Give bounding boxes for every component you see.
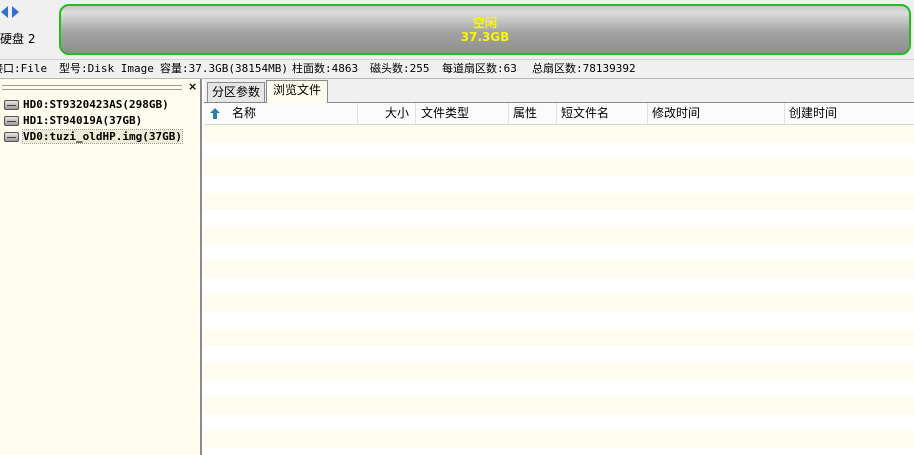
tree-item-hd0[interactable]: HD0:ST9320423AS(298GB) [4, 97, 169, 112]
close-icon[interactable]: × [188, 81, 197, 92]
tab-browse-files[interactable]: 浏览文件 [266, 80, 328, 103]
tree-item-hd1[interactable]: HD1:ST94019A(37GB) [4, 113, 142, 128]
info-interface: 接口:File [0, 62, 48, 75]
column-modified-time[interactable]: 修改时间 [648, 103, 785, 124]
disk-info-line: 接口:File 型号:Disk Image 容量:37.3GB(38154MB)… [0, 59, 914, 79]
file-list[interactable] [204, 125, 914, 455]
partition-bar-size: 37.3GB [460, 30, 510, 44]
tab-strip: 分区参数 浏览文件 [204, 79, 914, 103]
tree-item-label: HD0:ST9320423AS(298GB) [23, 98, 169, 111]
partition-bar-title: 空闲 [472, 16, 497, 30]
hard-disk-icon [4, 100, 19, 110]
nav-arrows [0, 6, 22, 20]
tree-item-vd0[interactable]: VD0:tuzi_oldHP.img(37GB) [4, 129, 183, 144]
info-capacity: 容量:37.3GB(38154MB) [160, 62, 288, 75]
column-short-name[interactable]: 短文件名 [557, 103, 648, 124]
partition-bar-free[interactable]: 空闲 37.3GB [59, 4, 911, 55]
column-file-type[interactable]: 文件类型 [417, 103, 509, 124]
disk-label: 硬盘 2 [0, 32, 36, 46]
disk-tree-panel: × HD0:ST9320423AS(298GB) HD1:ST94019A(37… [0, 79, 202, 455]
column-size[interactable]: 大小 [358, 103, 416, 124]
column-header-row: 名称 大小 文件类型 属性 短文件名 修改时间 创建时间 [204, 103, 914, 125]
info-model: 型号:Disk Image [59, 62, 154, 75]
tree-item-label: VD0:tuzi_oldHP.img(37GB) [22, 129, 183, 144]
up-arrow-icon[interactable] [210, 108, 220, 119]
info-total-sectors: 总扇区数:78139392 [532, 62, 636, 75]
column-created-time[interactable]: 创建时间 [785, 103, 914, 124]
panel-grip[interactable] [2, 85, 182, 90]
hard-disk-icon [4, 132, 19, 142]
column-attributes[interactable]: 属性 [509, 103, 557, 124]
arrow-left-icon[interactable] [1, 6, 8, 18]
info-heads: 磁头数:255 [370, 62, 430, 75]
info-sectors-per-track: 每道扇区数:63 [442, 62, 517, 75]
file-browser-panel: 分区参数 浏览文件 名称 大小 文件类型 属性 短文件名 修改时间 创建时间 [204, 79, 914, 455]
top-area: 硬盘 2 空闲 37.3GB [0, 0, 914, 60]
info-cylinders: 柱面数:4863 [292, 62, 359, 75]
hard-disk-icon [4, 116, 19, 126]
column-name[interactable]: 名称 [228, 103, 358, 124]
tree-item-label: HD1:ST94019A(37GB) [23, 114, 143, 127]
arrow-right-icon[interactable] [12, 6, 19, 18]
tab-partition-params[interactable]: 分区参数 [207, 82, 265, 102]
